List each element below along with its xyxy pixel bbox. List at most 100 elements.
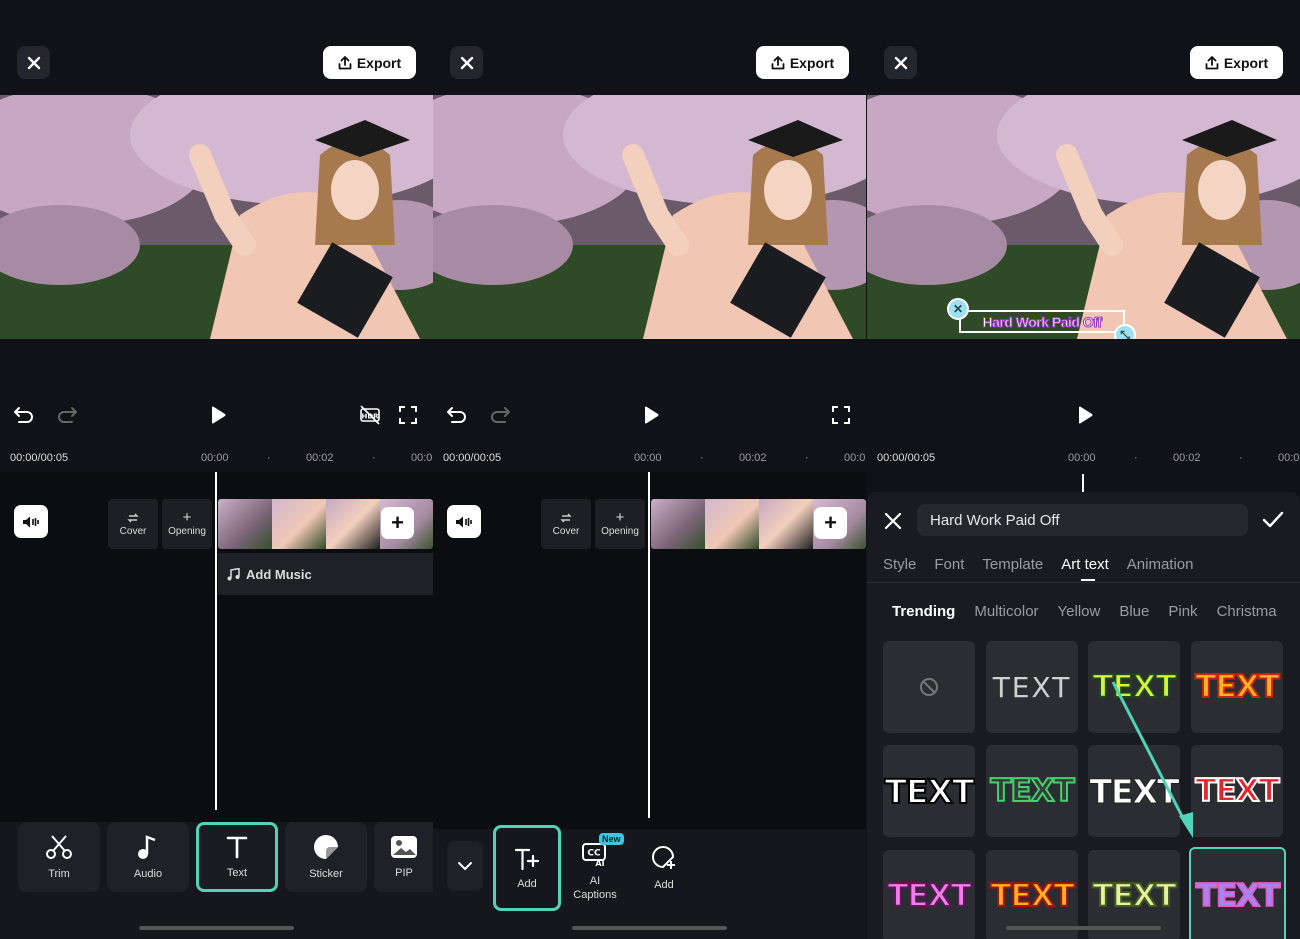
checkmark-icon [1262, 511, 1284, 528]
video-preview[interactable] [0, 95, 433, 339]
art-text-green[interactable]: TEXT [986, 745, 1078, 837]
speaker-icon [456, 516, 472, 527]
hdr-toggle-button[interactable]: HDR [358, 400, 382, 430]
divider [867, 582, 1300, 583]
art-text-sample: TEXT [992, 670, 1072, 704]
opening-label: Opening [601, 525, 639, 537]
mute-clip-audio-button[interactable] [447, 505, 481, 538]
fullscreen-button[interactable] [396, 400, 420, 430]
add-clip-button[interactable]: + [381, 507, 414, 539]
mute-clip-audio-button[interactable] [14, 505, 48, 538]
playhead[interactable] [1082, 474, 1084, 492]
plus-icon: + [391, 510, 404, 535]
fullscreen-icon [399, 406, 417, 424]
art-text-plain[interactable]: TEXT [986, 641, 1078, 733]
time-ruler: 00:00/00:05 00:00 · 00:02 · 00:0 [433, 442, 866, 472]
fullscreen-button[interactable] [829, 400, 853, 430]
collapse-button[interactable] [447, 841, 483, 891]
close-button[interactable] [450, 46, 483, 79]
add-sticker-tool[interactable]: Add [633, 833, 695, 903]
art-text-red[interactable]: TEXT [1191, 745, 1283, 837]
overlay-text: Hard Work Paid Off [982, 313, 1103, 330]
undo-button[interactable] [445, 400, 469, 430]
undo-button[interactable] [12, 400, 36, 430]
screen-text-tool: Export HDR 00:00/00:05 00:00 · 00:02 · 0… [0, 0, 433, 939]
trim-tool[interactable]: Trim [18, 822, 100, 892]
tick-label: 00:0 [844, 452, 866, 464]
dismiss-panel-button[interactable] [883, 511, 903, 536]
cc-ai-icon-wrap: CC AI New [581, 832, 624, 870]
sticker-add-icon [652, 845, 675, 869]
opening-button[interactable]: + Opening [162, 499, 212, 549]
add-sticker-label: Add [654, 879, 674, 891]
pip-tool[interactable]: PIP [374, 822, 433, 892]
text-tool[interactable]: Text [196, 822, 278, 892]
confirm-button[interactable] [1262, 511, 1284, 534]
redo-icon [58, 407, 77, 423]
ai-captions-tool[interactable]: CC AI New AI Captions [567, 829, 624, 911]
playhead[interactable] [215, 472, 217, 810]
category-pink[interactable]: Pink [1168, 603, 1197, 620]
close-button[interactable] [884, 46, 917, 79]
playhead[interactable] [648, 472, 650, 818]
delete-overlay-handle[interactable]: ✕ [947, 298, 969, 320]
add-text-tool[interactable]: Add [493, 825, 561, 911]
art-text-sample: TEXT [1091, 877, 1177, 915]
video-preview[interactable]: Hard Work Paid Off ✕ ⤡ [867, 95, 1300, 339]
tab-font[interactable]: Font [934, 556, 964, 573]
text-overlay-selection[interactable]: Hard Work Paid Off [959, 310, 1125, 333]
redo-button[interactable] [488, 400, 512, 430]
art-text-white-shadow[interactable]: TEXT [1088, 745, 1180, 837]
close-button[interactable] [17, 46, 50, 79]
swap-icon [560, 513, 572, 522]
art-text-none[interactable] [883, 641, 975, 733]
tab-style[interactable]: Style [883, 556, 916, 573]
art-text-purple-selected[interactable]: TEXT [1189, 847, 1286, 939]
tick-dot: · [1134, 452, 1138, 464]
art-text-sample: TEXT [1089, 771, 1180, 811]
art-text-fire[interactable]: TEXT [1191, 641, 1283, 733]
redo-icon [491, 407, 510, 423]
add-music-track[interactable]: Add Music [218, 553, 433, 595]
close-icon: ✕ [952, 302, 964, 316]
opening-button[interactable]: + Opening [595, 499, 645, 549]
text-content-input[interactable]: Hard Work Paid Off [917, 504, 1248, 536]
category-multicolor[interactable]: Multicolor [974, 603, 1038, 620]
category-yellow[interactable]: Yellow [1058, 603, 1101, 620]
play-button[interactable] [1073, 400, 1097, 430]
sticker-label: Sticker [309, 868, 343, 880]
clip-frame [651, 499, 705, 549]
art-text-bold-white[interactable]: TEXT [883, 745, 975, 837]
art-text-sample: TEXT [883, 771, 975, 812]
tab-template[interactable]: Template [982, 556, 1043, 573]
redo-button[interactable] [55, 400, 79, 430]
tab-art-text[interactable]: Art text [1061, 556, 1109, 581]
category-christmas[interactable]: Christma [1217, 603, 1277, 620]
upload-icon [338, 55, 352, 69]
play-button[interactable] [206, 400, 230, 430]
art-text-pink[interactable]: TEXT [883, 850, 975, 939]
tick-dot: · [267, 452, 271, 464]
art-text-sample: TEXT [1195, 877, 1281, 915]
sticker-tool[interactable]: Sticker [285, 822, 367, 892]
tick-label: 00:0 [1278, 452, 1300, 464]
art-text-sample: TEXT [989, 877, 1075, 915]
play-button[interactable] [639, 400, 663, 430]
category-blue[interactable]: Blue [1119, 603, 1149, 620]
add-clip-button[interactable]: + [814, 507, 847, 539]
export-button[interactable]: Export [756, 46, 849, 79]
cover-button[interactable]: Cover [108, 499, 158, 549]
plus-icon: + [182, 508, 192, 526]
export-button[interactable]: Export [1190, 46, 1283, 79]
video-preview[interactable] [433, 95, 866, 339]
play-icon [645, 406, 659, 424]
resize-overlay-handle[interactable]: ⤡ [1114, 324, 1136, 339]
category-trending[interactable]: Trending [892, 603, 955, 620]
undo-icon [447, 407, 466, 423]
art-text-lime[interactable]: TEXT [1088, 641, 1180, 733]
cover-button[interactable]: Cover [541, 499, 591, 549]
audio-tool[interactable]: Audio [107, 822, 189, 892]
tab-animation[interactable]: Animation [1127, 556, 1194, 573]
export-button[interactable]: Export [323, 46, 416, 79]
music-note-icon [138, 835, 156, 859]
